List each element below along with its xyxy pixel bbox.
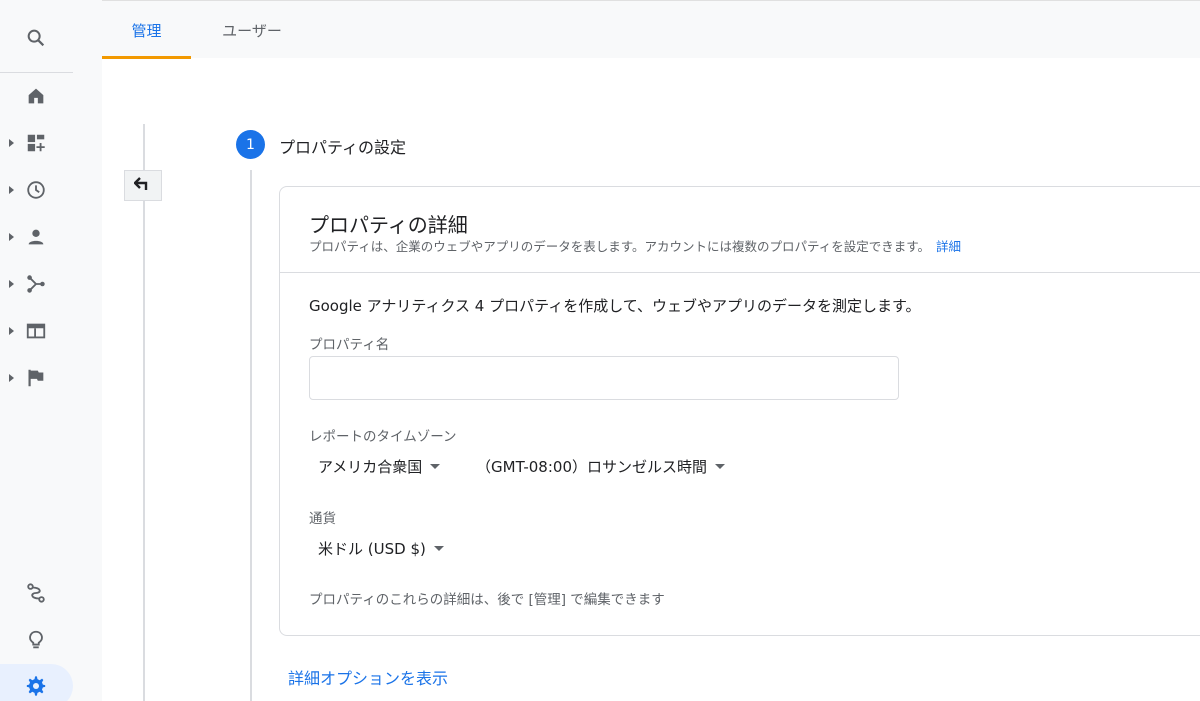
card-description: プロパティは、企業のウェブやアプリのデータを表します。アカウントには複数のプロパ… — [309, 236, 961, 255]
rail-item-home[interactable] — [0, 74, 73, 118]
currency-label: 通貨 — [309, 511, 336, 527]
caret-right-icon — [9, 327, 14, 335]
rail-item-conversions[interactable] — [0, 356, 73, 400]
timezone-label: レポートのタイムゾーン — [309, 429, 457, 445]
rail-item-audience[interactable] — [0, 215, 73, 259]
caret-right-icon — [9, 139, 14, 147]
caret-right-icon — [9, 186, 14, 194]
rail-item-realtime[interactable] — [0, 168, 73, 212]
caret-right-icon — [9, 374, 14, 382]
learn-more-link[interactable]: 詳細 — [936, 239, 961, 254]
nav-rail — [0, 0, 102, 701]
back-arrow-icon — [133, 176, 152, 195]
rail-item-search[interactable] — [0, 16, 73, 60]
dashboard-icon — [24, 131, 48, 155]
dropdown-arrow-icon — [433, 546, 444, 551]
intro-text: Google アナリティクス 4 プロパティを作成して、ウェブやアプリのデータを… — [309, 297, 921, 315]
edit-later-note: プロパティのこれらの詳細は、後で [管理] で編集できます — [309, 592, 665, 608]
country-select[interactable]: アメリカ合衆国 — [318, 456, 441, 477]
home-icon — [24, 84, 48, 108]
lightbulb-icon — [24, 628, 48, 652]
guide-line — [143, 124, 145, 701]
step-number-badge: 1 — [236, 130, 265, 159]
timezone-select-value: （GMT-08:00）ロサンゼルス時間 — [476, 458, 707, 476]
property-name-label: プロパティ名 — [309, 337, 390, 353]
tab-bar: 管理 ユーザー — [102, 0, 1200, 59]
rail-item-acquisition[interactable] — [0, 262, 73, 306]
card-header: プロパティの詳細 プロパティは、企業のウェブやアプリのデータを表します。アカウン… — [280, 187, 1200, 273]
property-details-card: プロパティの詳細 プロパティは、企業のウェブやアプリのデータを表します。アカウン… — [279, 186, 1200, 636]
card-title: プロパティの詳細 — [309, 213, 468, 237]
rail-item-attribution[interactable] — [0, 571, 73, 615]
step-title: プロパティの設定 — [279, 138, 407, 157]
step-connector-line — [250, 170, 252, 701]
tab-user[interactable]: ユーザー — [204, 1, 300, 59]
route-icon — [24, 581, 48, 605]
rail-item-admin[interactable] — [0, 664, 73, 701]
rail-item-discover[interactable] — [0, 618, 73, 662]
property-name-input[interactable] — [309, 356, 899, 400]
tab-admin[interactable]: 管理 — [102, 1, 191, 59]
rail-divider — [0, 72, 73, 73]
flag-icon — [24, 366, 48, 390]
currency-select[interactable]: 米ドル (USD $) — [318, 538, 444, 559]
currency-select-value: 米ドル (USD $) — [318, 540, 426, 558]
card-description-text: プロパティは、企業のウェブやアプリのデータを表します。アカウントには複数のプロパ… — [309, 239, 931, 254]
back-button[interactable] — [124, 170, 162, 201]
window-icon — [24, 319, 48, 343]
show-advanced-options-link[interactable]: 詳細オプションを表示 — [288, 665, 448, 689]
person-icon — [24, 225, 48, 249]
caret-right-icon — [9, 280, 14, 288]
gear-icon — [24, 674, 48, 698]
rail-item-dashboard[interactable] — [0, 121, 73, 165]
clock-icon — [24, 178, 48, 202]
caret-right-icon — [9, 233, 14, 241]
dropdown-arrow-icon — [430, 464, 441, 469]
search-icon — [24, 26, 48, 50]
fork-icon — [24, 272, 48, 296]
rail-item-behavior[interactable] — [0, 309, 73, 353]
country-select-value: アメリカ合衆国 — [318, 458, 423, 476]
timezone-select[interactable]: （GMT-08:00）ロサンゼルス時間 — [476, 456, 725, 477]
dropdown-arrow-icon — [715, 464, 725, 469]
